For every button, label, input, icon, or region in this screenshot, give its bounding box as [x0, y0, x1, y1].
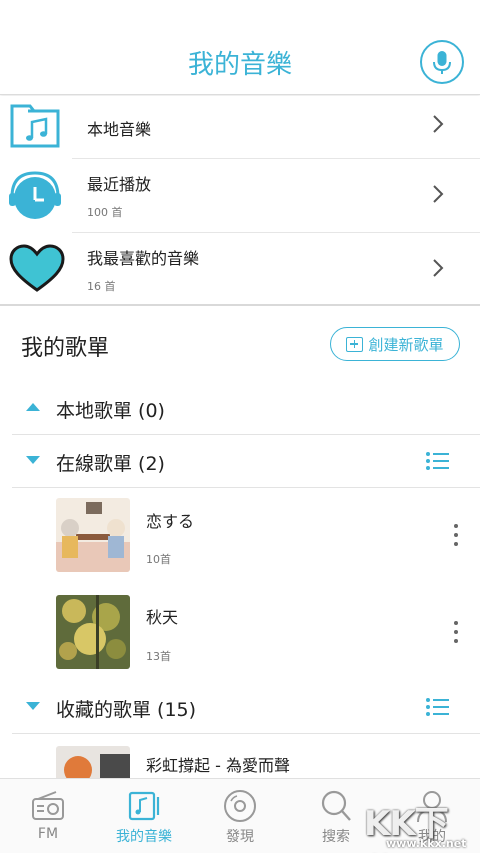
expand-arrow-icon	[26, 456, 40, 464]
recent-play-label: 最近播放	[87, 175, 152, 194]
divider	[12, 733, 480, 734]
heart-icon	[9, 244, 65, 292]
playlist-name: 彩虹撐起 - 為愛而聲	[146, 756, 290, 775]
playlist-cover	[56, 498, 130, 572]
person-icon	[417, 791, 447, 823]
add-box-icon	[346, 336, 364, 352]
chevron-right-icon	[433, 185, 444, 203]
group-label: 本地歌單 (0)	[56, 400, 165, 422]
favorite-music-count: 16 首	[87, 280, 116, 293]
tab-search[interactable]: 搜索	[288, 779, 384, 853]
tab-label: 發現	[226, 829, 254, 845]
group-online-playlists[interactable]: 在線歌單 (2)	[0, 437, 480, 487]
favorite-music-label: 我最喜歡的音樂	[87, 249, 200, 268]
page-title: 我的音樂	[187, 50, 292, 80]
radio-icon	[32, 791, 64, 820]
playlist-cover	[56, 746, 130, 778]
list-manage-icon[interactable]	[425, 697, 449, 717]
group-local-playlists[interactable]: 本地歌單 (0)	[0, 384, 480, 434]
disc-icon	[224, 790, 256, 822]
tab-me[interactable]: 我的	[384, 779, 480, 853]
playlist-name: 恋する	[146, 512, 195, 531]
tab-label: 我的音樂	[116, 829, 172, 845]
my-playlists-title: 我的歌單	[21, 336, 110, 361]
tab-label: FM	[37, 826, 59, 842]
playlist-count: 10首	[146, 553, 171, 566]
favorite-music-item[interactable]: 我最喜歡的音樂 16 首	[0, 233, 480, 305]
expand-arrow-icon	[26, 702, 40, 710]
divider	[12, 434, 480, 435]
playlist-count: 13首	[146, 650, 171, 663]
microphone-button[interactable]	[420, 40, 464, 84]
clock-headphone-icon	[9, 171, 61, 219]
collapse-arrow-icon	[26, 403, 40, 411]
bottom-tab-bar: FM 我的音樂 發現 搜索 我的	[0, 778, 480, 853]
music-library-icon	[128, 791, 160, 821]
search-icon	[321, 790, 351, 821]
playlist-item[interactable]: 恋する 10首	[0, 492, 480, 588]
more-options-icon[interactable]	[454, 621, 460, 645]
tab-fm[interactable]: FM	[0, 779, 96, 853]
group-label: 收藏的歌單 (15)	[56, 699, 197, 721]
tab-my-music[interactable]: 我的音樂	[96, 779, 192, 853]
playlist-item[interactable]: 秋天 13首	[0, 588, 480, 684]
create-playlist-label: 創建新歌單	[368, 335, 444, 354]
folder-music-icon	[10, 104, 60, 148]
chevron-right-icon	[433, 259, 444, 277]
create-playlist-button[interactable]: 創建新歌單	[330, 327, 460, 361]
group-collected-playlists[interactable]: 收藏的歌單 (15)	[0, 683, 480, 733]
recent-play-count: 100 首	[87, 206, 123, 219]
recent-play-item[interactable]: 最近播放 100 首	[0, 159, 480, 232]
app-header: 我的音樂	[0, 0, 480, 95]
chevron-right-icon	[433, 115, 444, 133]
tab-label: 搜索	[322, 829, 350, 845]
microphone-icon	[433, 51, 451, 74]
playlist-item[interactable]: 彩虹撐起 - 為愛而聲	[0, 740, 480, 778]
divider	[12, 487, 480, 488]
more-options-icon[interactable]	[454, 524, 460, 548]
playlist-name: 秋天	[146, 608, 179, 627]
group-label: 在線歌單 (2)	[56, 453, 165, 475]
quick-access-list: 本地音樂 最近播放 100 首 我最喜歡的音樂 16 首	[0, 96, 480, 306]
tab-discover[interactable]: 發現	[192, 779, 288, 853]
playlist-cover	[56, 595, 130, 669]
local-music-item[interactable]: 本地音樂	[0, 96, 480, 158]
tab-label: 我的	[418, 829, 446, 845]
local-music-label: 本地音樂	[87, 120, 152, 139]
list-manage-icon[interactable]	[425, 451, 449, 471]
